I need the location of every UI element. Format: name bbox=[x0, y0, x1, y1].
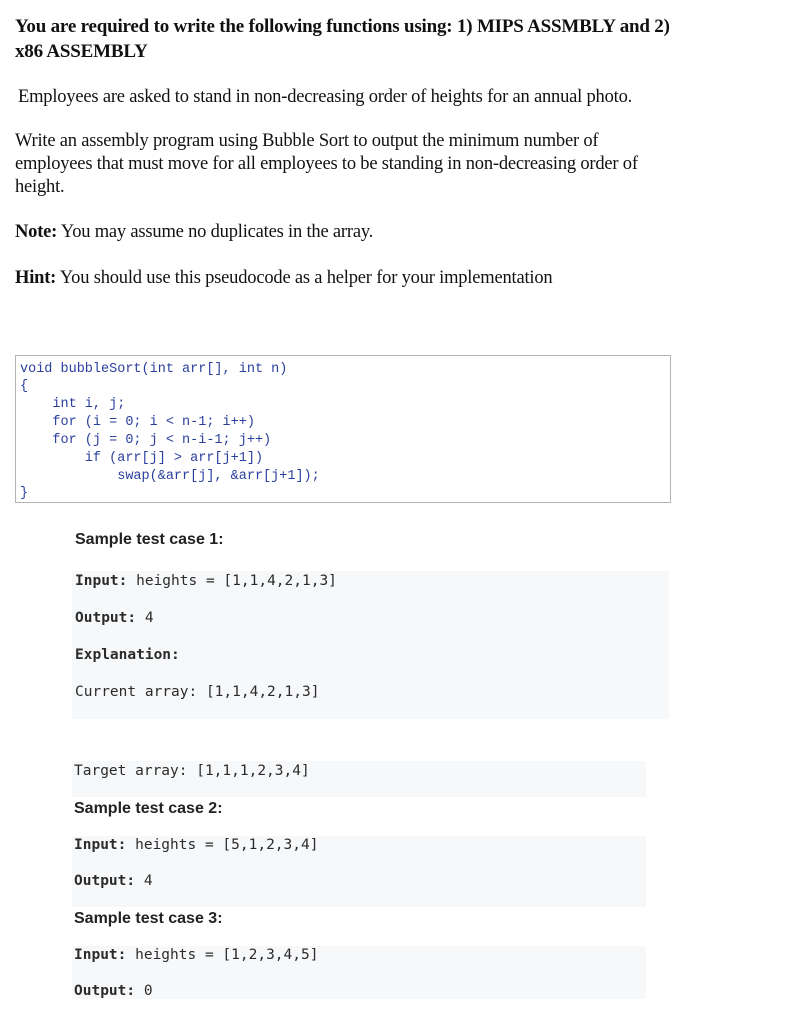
test-case-1-heading: Sample test case 1: bbox=[75, 531, 224, 548]
pseudocode-box: void bubbleSort(int arr[], int n) { int … bbox=[15, 355, 671, 503]
test-case-2-heading: Sample test case 2: bbox=[74, 800, 223, 817]
code-line: for (i = 0; i < n-1; i++) bbox=[20, 415, 255, 430]
output-label: Output: bbox=[74, 873, 136, 889]
explanation-label: Explanation: bbox=[75, 647, 180, 663]
test-case-1-input: Input: heights = [1,1,4,2,1,3] bbox=[75, 572, 337, 590]
task-line-1: Write an assembly program using Bubble S… bbox=[15, 131, 599, 151]
hint-paragraph: Hint: You should use this pseudocode as … bbox=[15, 267, 785, 290]
code-line: for (j = 0; j < n-i-1; j++) bbox=[20, 433, 272, 448]
hint-text: You should use this pseudocode as a help… bbox=[56, 268, 553, 288]
output-value: 0 bbox=[135, 983, 153, 999]
title-line-2: x86 ASSEMBLY bbox=[15, 41, 148, 62]
test-case-3-output: Output: 0 bbox=[74, 982, 153, 1000]
code-line: swap(&arr[j], &arr[j+1]); bbox=[20, 469, 320, 484]
input-value: heights = [5,1,2,3,4] bbox=[126, 837, 319, 853]
title-line-1: You are required to write the following … bbox=[15, 16, 670, 37]
code-line: if (arr[j] > arr[j+1]) bbox=[20, 451, 264, 466]
output-value: 4 bbox=[136, 610, 154, 626]
code-line: int i, j; bbox=[20, 397, 126, 412]
test-case-2-input: Input: heights = [5,1,2,3,4] bbox=[74, 836, 318, 854]
input-label: Input: bbox=[74, 947, 127, 963]
code-line: { bbox=[20, 379, 29, 394]
task-line-2: employees that must move for all employe… bbox=[15, 154, 638, 174]
note-label: Note: bbox=[15, 222, 58, 242]
test-case-2-output: Output: 4 bbox=[74, 872, 153, 890]
input-label: Input: bbox=[75, 573, 128, 589]
input-value: heights = [1,1,4,2,1,3] bbox=[127, 573, 337, 589]
output-value: 4 bbox=[135, 873, 153, 889]
assignment-title: You are required to write the following … bbox=[15, 14, 775, 64]
input-value: heights = [1,2,3,4,5] bbox=[126, 947, 319, 963]
test-case-3-heading: Sample test case 3: bbox=[74, 910, 223, 927]
task-line-3: height. bbox=[15, 177, 65, 197]
test-case-1-explanation: Explanation: bbox=[75, 646, 180, 664]
input-label: Input: bbox=[74, 837, 127, 853]
hint-label: Hint: bbox=[15, 268, 57, 288]
note-paragraph: Note: You may assume no duplicates in th… bbox=[15, 221, 785, 244]
intro-paragraph: Employees are asked to stand in non-decr… bbox=[18, 87, 633, 107]
note-text: You may assume no duplicates in the arra… bbox=[57, 222, 374, 242]
code-line: void bubbleSort(int arr[], int n) bbox=[20, 362, 288, 377]
test-case-3-input: Input: heights = [1,2,3,4,5] bbox=[74, 946, 318, 964]
output-label: Output: bbox=[74, 983, 136, 999]
test-case-1-target-array: Target array: [1,1,1,2,3,4] bbox=[74, 763, 310, 779]
code-line: } bbox=[20, 486, 29, 501]
task-paragraph: Write an assembly program using Bubble S… bbox=[15, 130, 785, 199]
test-case-1-output: Output: 4 bbox=[75, 609, 154, 627]
test-case-1-current-array: Current array: [1,1,4,2,1,3] bbox=[75, 684, 320, 700]
output-label: Output: bbox=[75, 610, 137, 626]
